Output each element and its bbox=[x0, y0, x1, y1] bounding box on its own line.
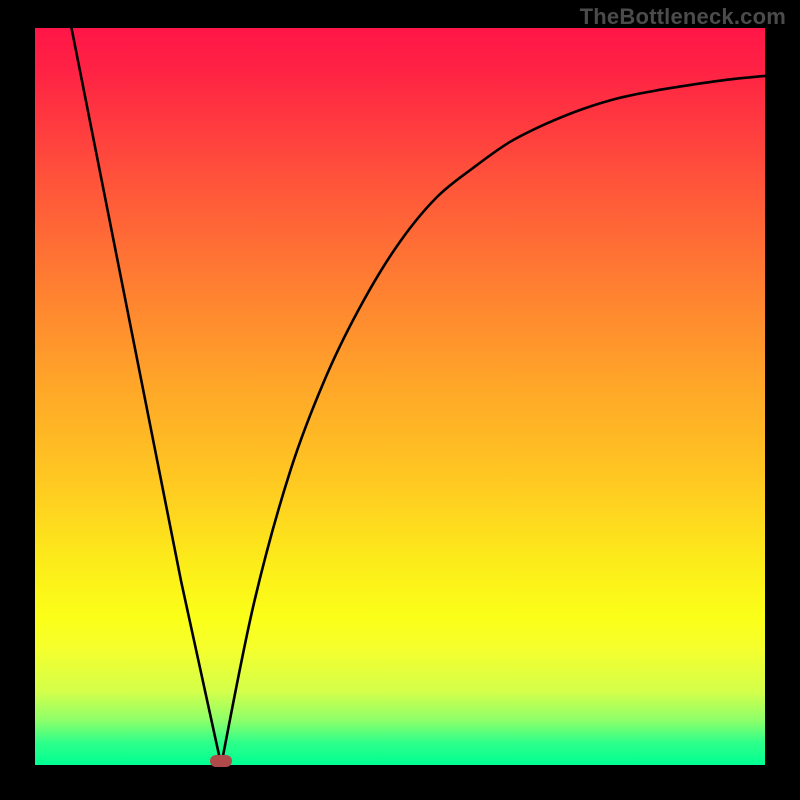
chart-frame: TheBottleneck.com bbox=[0, 0, 800, 800]
plot-area bbox=[35, 28, 765, 765]
curve-svg bbox=[35, 28, 765, 765]
bottleneck-curve bbox=[72, 28, 766, 765]
watermark-text: TheBottleneck.com bbox=[580, 4, 786, 30]
min-marker bbox=[210, 755, 232, 767]
